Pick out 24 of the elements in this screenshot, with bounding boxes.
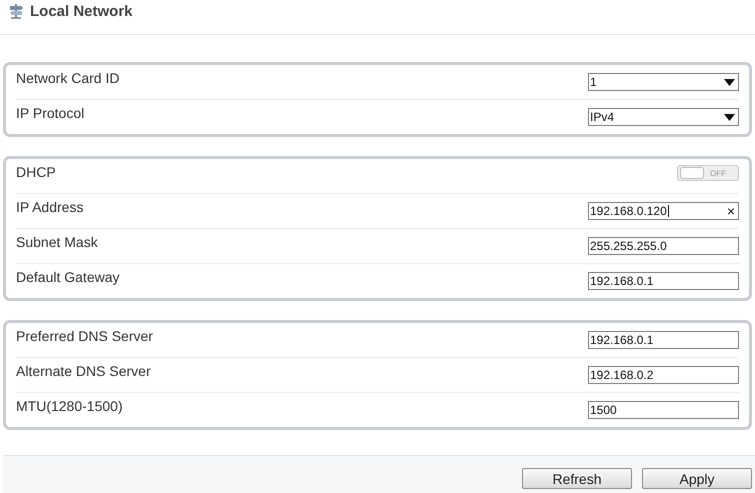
field-label: Alternate DNS Server [16,363,151,379]
dropdown[interactable]: 1 [588,73,739,91]
input-field[interactable]: 192.168.0.1 [588,272,739,290]
input-field[interactable]: 1500 [588,401,739,419]
field-label: Network Card ID [16,70,120,86]
input-field[interactable]: 192.168.0.2 [588,366,739,384]
field-label: IP Protocol [16,105,84,121]
field-label: Default Gateway [16,269,120,285]
action-button[interactable]: Apply [642,468,752,489]
dropdown[interactable]: IPv4 [588,108,739,126]
page-title: Local Network [30,3,133,21]
field-label: Subnet Mask [16,234,98,250]
input-field[interactable]: 192.168.0.120 × [588,202,739,220]
action-button[interactable]: Refresh [522,468,632,489]
input-field[interactable]: 255.255.255.0 [588,237,739,255]
clear-button[interactable]: × [726,204,735,218]
field-label: DHCP [16,164,56,180]
field-label: Preferred DNS Server [16,328,153,344]
caret-icon [724,78,735,86]
field-label: MTU(1280-1500) [16,398,123,414]
signpost-icon [8,3,24,19]
caret-icon [724,114,735,120]
input-field[interactable]: 192.168.0.1 [588,331,739,349]
field-label: IP Address [16,199,84,215]
